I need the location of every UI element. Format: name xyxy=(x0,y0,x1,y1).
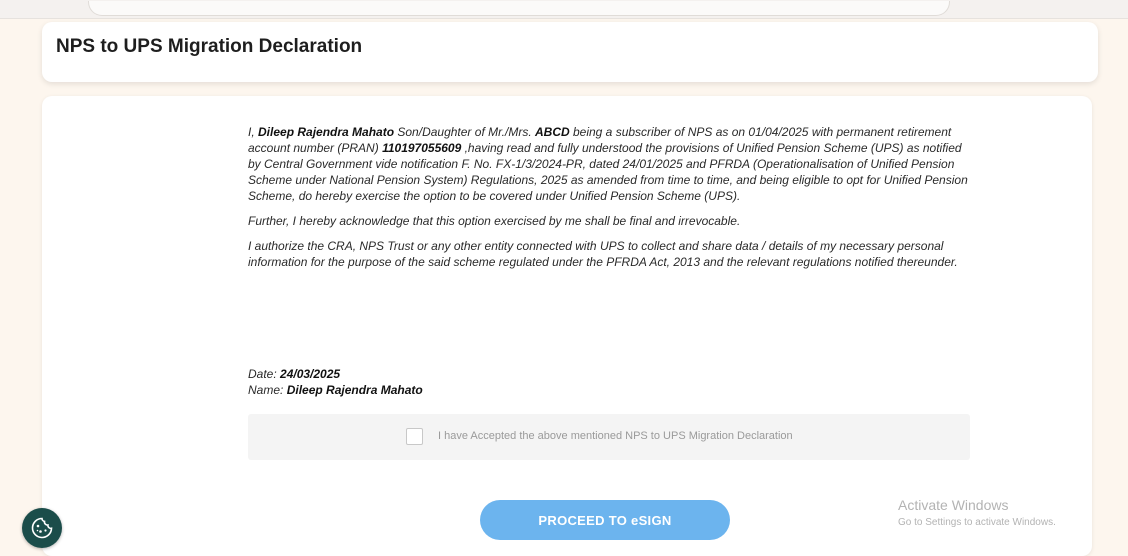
proceed-to-esign-button[interactable]: PROCEED TO eSIGN xyxy=(480,500,730,540)
watermark-title: Activate Windows xyxy=(898,497,1009,513)
declaration-paragraph-3: I authorize the CRA, NPS Trust or any ot… xyxy=(248,239,958,269)
parent-name: ABCD xyxy=(534,125,570,139)
declaration-text: I, Dileep Rajendra Mahato Son/Daughter o… xyxy=(248,124,970,279)
activate-windows-watermark: Activate Windows Go to Settings to activ… xyxy=(898,496,1056,530)
pran-number: 110197055609 xyxy=(382,141,462,155)
declaration-card: I, Dileep Rajendra Mahato Son/Daughter o… xyxy=(42,96,1092,556)
browser-address-bar xyxy=(88,1,950,16)
declaration-paragraph-2: Further, I hereby acknowledge that this … xyxy=(248,214,741,228)
date-line: Date: 24/03/2025 xyxy=(248,367,341,381)
header-card: NPS to UPS Migration Declaration xyxy=(42,22,1098,82)
declaration-meta: Date: 24/03/2025 Name: Dileep Rajendra M… xyxy=(248,366,423,398)
declaration-date: 24/03/2025 xyxy=(280,367,341,381)
declaration-paragraph-1: I, Dileep Rajendra Mahato Son/Daughter o… xyxy=(248,125,968,203)
accept-checkbox[interactable] xyxy=(406,428,423,445)
browser-top-strip xyxy=(0,0,1128,19)
declarant-name: Dileep Rajendra Mahato xyxy=(286,383,423,397)
acceptance-panel: I have Accepted the above mentioned NPS … xyxy=(248,414,970,460)
name-line: Name: Dileep Rajendra Mahato xyxy=(248,383,423,397)
page-title: NPS to UPS Migration Declaration xyxy=(56,36,363,57)
watermark-subtitle: Go to Settings to activate Windows. xyxy=(898,517,1056,528)
subscriber-name: Dileep Rajendra Mahato xyxy=(258,125,395,139)
cookie-settings-button[interactable] xyxy=(22,508,62,548)
accept-checkbox-label[interactable]: I have Accepted the above mentioned NPS … xyxy=(438,430,793,442)
cookie-icon xyxy=(31,517,53,539)
